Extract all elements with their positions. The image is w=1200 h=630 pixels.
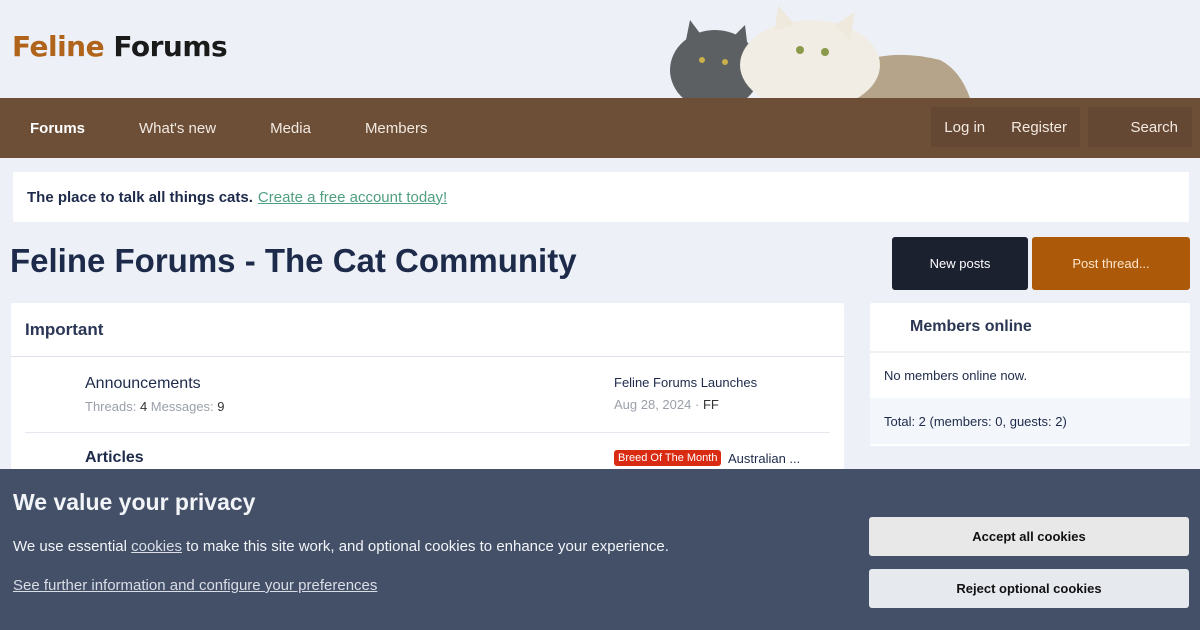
category-title[interactable]: Important	[11, 303, 844, 357]
nav-members[interactable]: Members	[338, 98, 455, 158]
main-navigation: Forums What's new Media Members Log in R…	[0, 98, 1200, 158]
accept-cookies-button[interactable]: Accept all cookies	[869, 517, 1189, 556]
node-title[interactable]: Announcements	[85, 375, 201, 393]
cats-banner-image	[670, 5, 970, 98]
latest-thread-link[interactable]: Feline Forums Launches	[614, 375, 757, 390]
nav-forums[interactable]: Forums	[0, 98, 112, 158]
nav-whats-new[interactable]: What's new	[112, 98, 243, 158]
login-button[interactable]: Log in	[931, 107, 999, 147]
latest-thread-link[interactable]: Australian ...	[728, 451, 800, 466]
site-logo[interactable]: Feline Forums	[12, 30, 228, 63]
members-online-widget: Members online No members online now. To…	[870, 303, 1190, 446]
node-stats: Threads: 4 Messages: 9	[85, 399, 225, 414]
nav-account-group: Log in Register Search	[931, 107, 1192, 147]
reject-cookies-button[interactable]: Reject optional cookies	[869, 569, 1189, 608]
online-status: No members online now.	[884, 368, 1028, 383]
cookie-text: We use essential cookies to make this si…	[13, 538, 669, 555]
online-total: Total: 2 (members: 0, guests: 2)	[870, 398, 1190, 444]
site-header: Feline Forums	[0, 0, 1200, 98]
latest-user[interactable]: FF	[703, 397, 719, 412]
cookie-preferences-link[interactable]: See further information and configure yo…	[13, 577, 377, 594]
latest-meta: Aug 28, 2024 · FF	[614, 397, 719, 412]
search-button[interactable]: Search	[1088, 107, 1192, 147]
prefix-badge[interactable]: Breed Of The Month	[614, 450, 722, 466]
widget-title[interactable]: Members online	[870, 303, 1190, 353]
category-important: Important Announcements Threads: 4 Messa…	[11, 303, 844, 473]
forum-node-announcements: Announcements Threads: 4 Messages: 9 Fel…	[25, 357, 830, 433]
nav-media[interactable]: Media	[243, 98, 338, 158]
register-button[interactable]: Register	[998, 107, 1080, 147]
new-posts-button[interactable]: New posts	[892, 237, 1028, 290]
page-title: Feline Forums - The Cat Community	[10, 242, 577, 279]
latest-date[interactable]: Aug 28, 2024	[614, 397, 691, 412]
forum-node-articles-title[interactable]: Articles	[85, 449, 144, 467]
cookie-consent-banner: We value your privacy We use essential c…	[0, 469, 1200, 630]
post-thread-button[interactable]: Post thread...	[1032, 237, 1190, 290]
notice-text: The place to talk all things cats.	[27, 188, 253, 206]
create-account-link[interactable]: Create a free account today!	[258, 189, 447, 206]
cookie-title: We value your privacy	[13, 489, 256, 515]
cookies-link[interactable]: cookies	[131, 538, 182, 555]
welcome-notice: The place to talk all things cats. Creat…	[13, 172, 1189, 222]
